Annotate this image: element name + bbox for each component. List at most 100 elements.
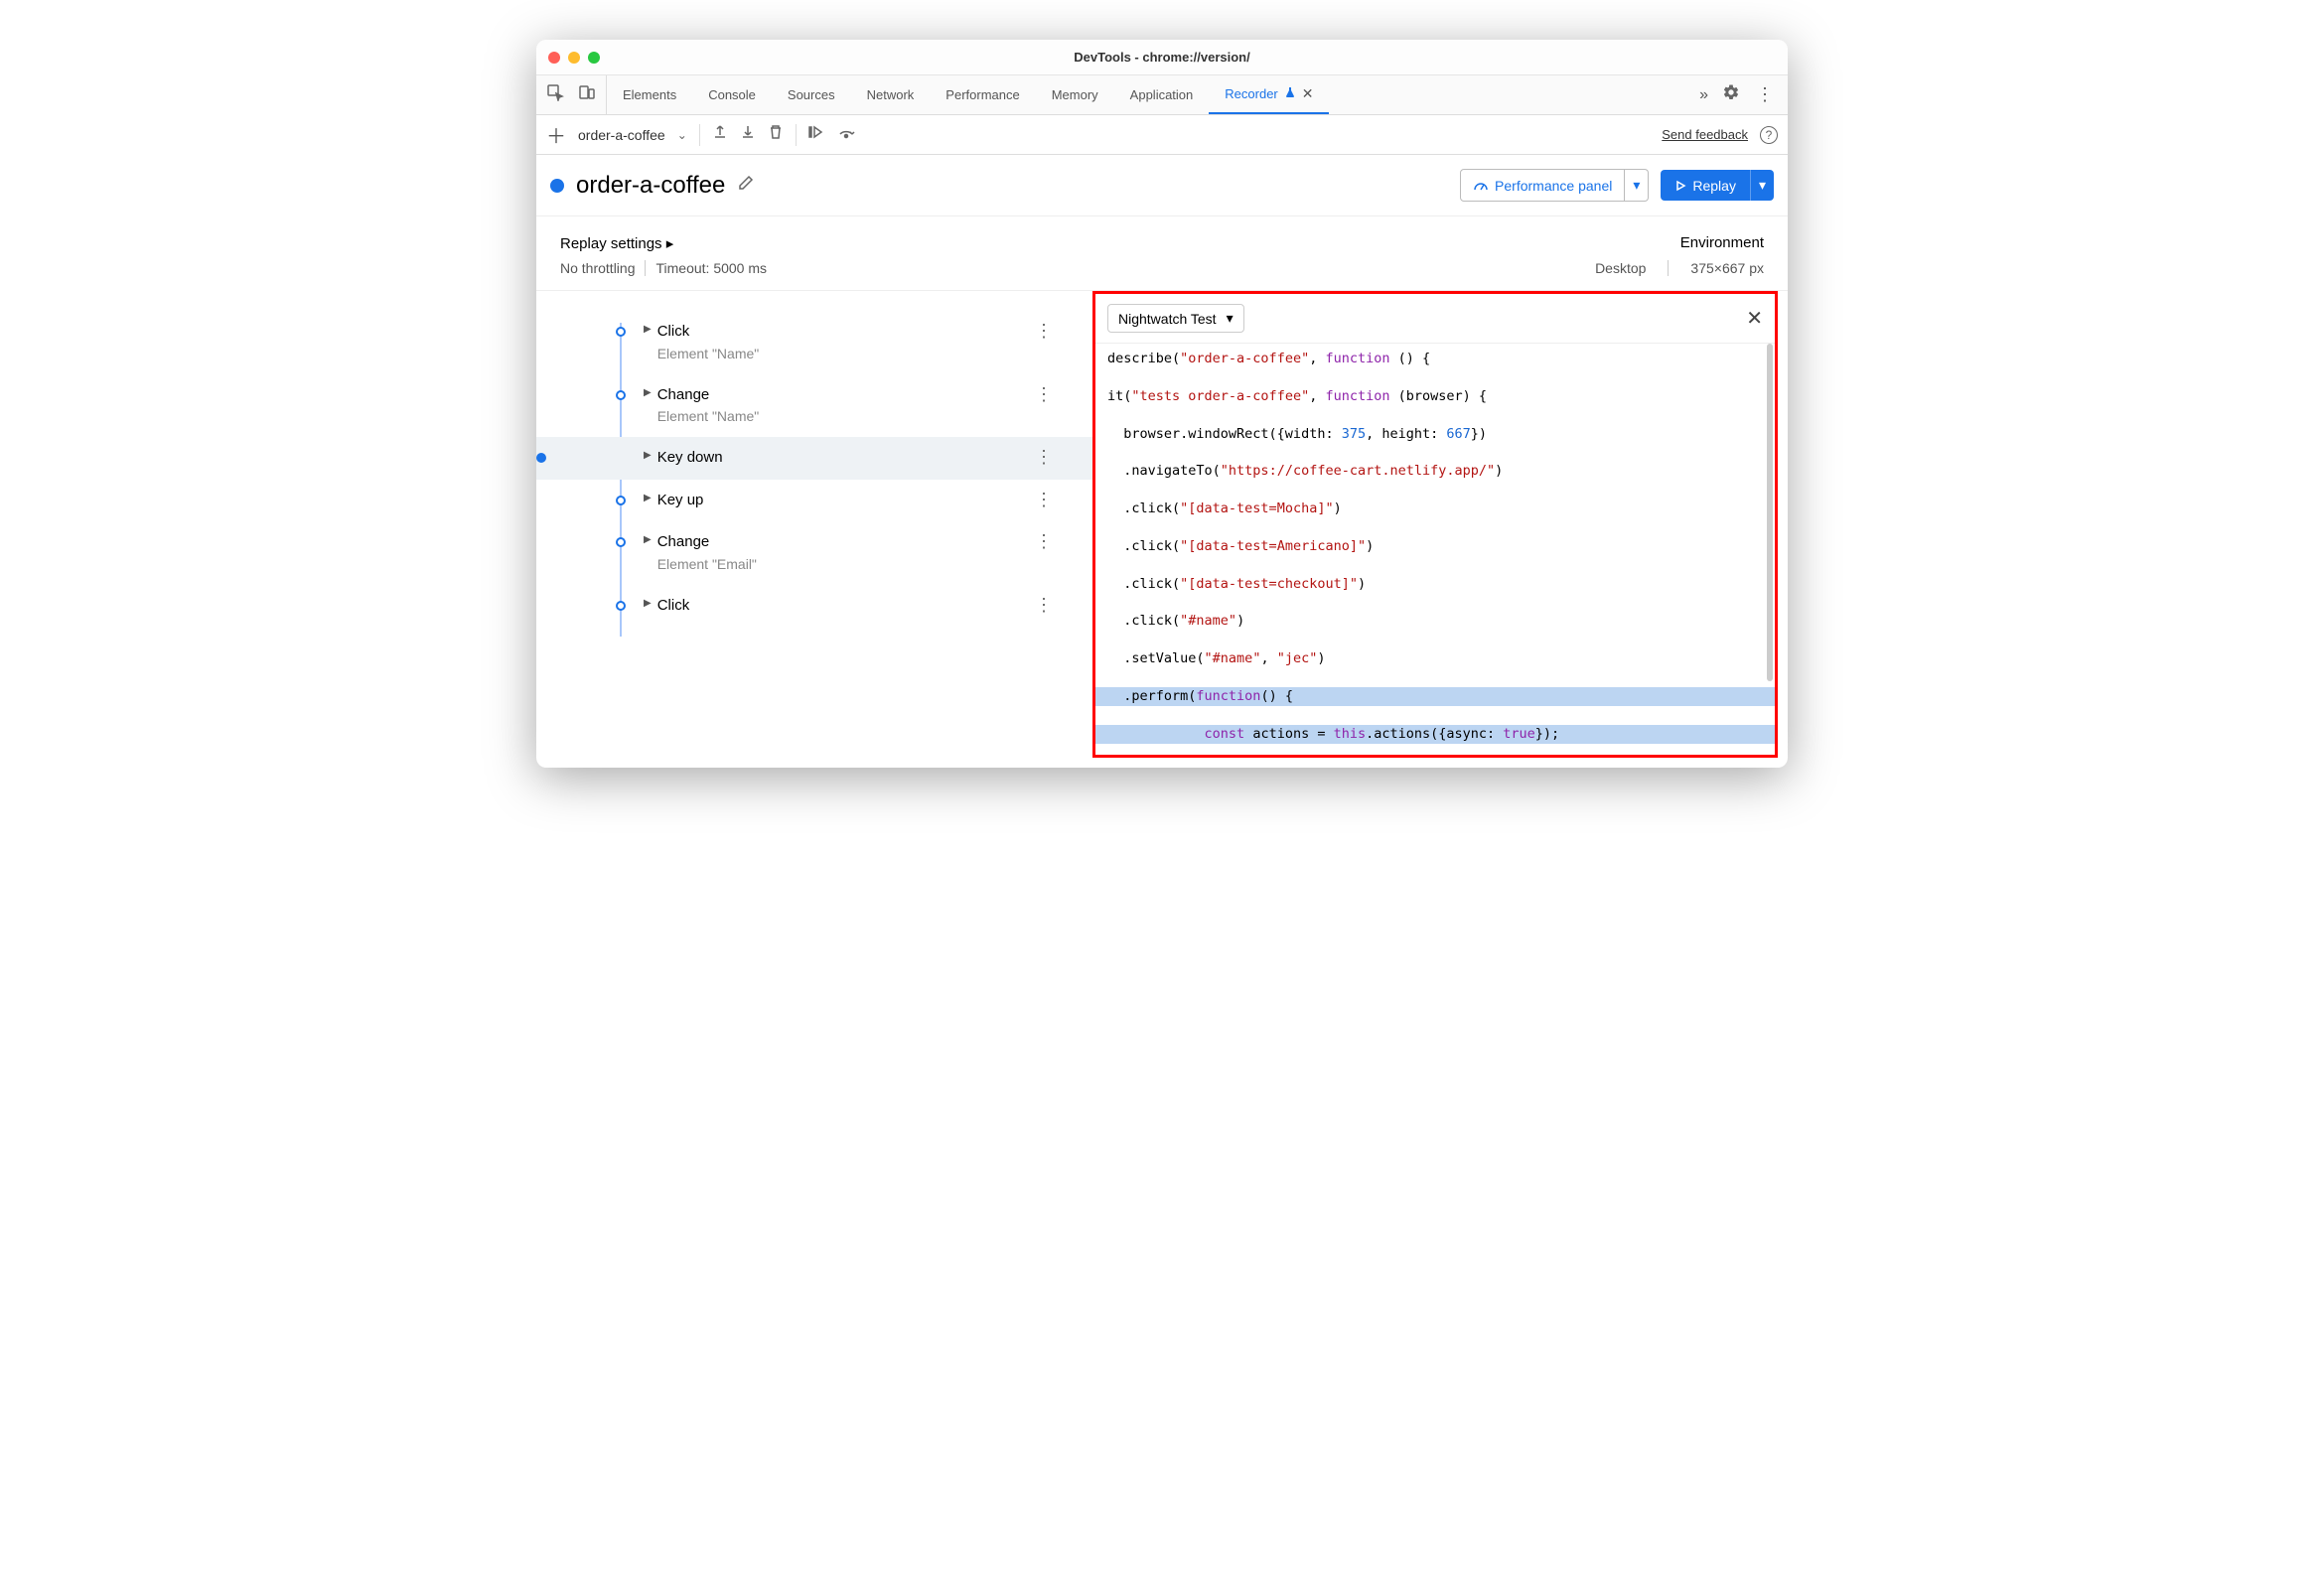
tab-performance[interactable]: Performance	[930, 75, 1035, 114]
settings-row: Replay settings ▸ Environment	[536, 216, 1788, 256]
step-label: Key up	[657, 490, 704, 512]
step-menu-icon[interactable]: ⋮	[1035, 384, 1053, 405]
replay-button[interactable]: Replay	[1661, 170, 1750, 201]
step-play-icon[interactable]	[808, 124, 826, 145]
divider	[645, 260, 646, 276]
step-menu-icon[interactable]: ⋮	[1035, 531, 1053, 552]
expand-step-icon[interactable]: ▶	[644, 324, 652, 335]
expand-step-icon[interactable]: ▶	[644, 387, 652, 398]
recorder-header: order-a-coffee Performance panel ▾ Repla…	[536, 155, 1788, 216]
expand-step-icon[interactable]: ▶	[644, 534, 652, 545]
titlebar: DevTools - chrome://version/	[536, 40, 1788, 75]
step-dot	[616, 496, 626, 505]
step-dot	[616, 327, 626, 337]
step-row[interactable]: ▶ ClickElement "Name" ⋮	[616, 311, 1053, 374]
step-row[interactable]: ▶ Key up ⋮	[616, 480, 1053, 522]
code-line: .click("[data-test=Americano]")	[1107, 537, 1763, 556]
chevron-down-icon: ▾	[1227, 310, 1234, 327]
close-panel-icon[interactable]: ✕	[1746, 306, 1763, 331]
scrollbar-thumb[interactable]	[1767, 344, 1773, 681]
step-label: ChangeElement "Email"	[657, 531, 757, 575]
step-element: Element "Email"	[657, 554, 757, 575]
code-line: .click("[data-test=Mocha]")	[1107, 500, 1763, 518]
step-element: Element "Name"	[657, 406, 760, 427]
performance-panel-button[interactable]: Performance panel	[1460, 169, 1625, 202]
edit-title-icon[interactable]	[737, 174, 755, 197]
step-row[interactable]: ▶ ChangeElement "Email" ⋮	[616, 521, 1053, 585]
code-line: describe("order-a-coffee", function () {	[1107, 350, 1763, 368]
throttling-value: No throttling	[560, 260, 635, 276]
devtools-window: DevTools - chrome://version/ ElementsCon…	[536, 40, 1788, 768]
import-icon[interactable]	[740, 124, 756, 145]
tab-console[interactable]: Console	[692, 75, 772, 114]
step-label: ClickElement "Name"	[657, 321, 760, 364]
tabbar: ElementsConsoleSourcesNetworkPerformance…	[536, 75, 1788, 115]
divider	[699, 124, 700, 146]
send-feedback-link[interactable]: Send feedback	[1662, 127, 1748, 142]
performance-button-group: Performance panel ▾	[1460, 169, 1649, 202]
delete-icon[interactable]	[768, 124, 784, 145]
inspect-icon[interactable]	[546, 83, 564, 106]
step-element: Element "Name"	[657, 344, 760, 364]
step-menu-icon[interactable]: ⋮	[1035, 321, 1053, 342]
replay-dropdown[interactable]: ▾	[1750, 170, 1774, 201]
more-tabs-icon[interactable]: »	[1699, 86, 1708, 104]
step-dot	[616, 390, 626, 400]
tab-elements[interactable]: Elements	[607, 75, 692, 114]
code-panel-header: Nightwatch Test ▾ ✕	[1095, 294, 1775, 344]
tab-sources[interactable]: Sources	[772, 75, 851, 114]
tab-memory[interactable]: Memory	[1036, 75, 1114, 114]
step-row[interactable]: ▶Key down⋮	[536, 437, 1092, 480]
main-menu-icon[interactable]: ⋮	[1756, 84, 1774, 105]
new-recording-button[interactable]: ＋	[546, 120, 566, 149]
divider	[1668, 260, 1669, 276]
help-icon[interactable]: ?	[1760, 126, 1778, 144]
device-toolbar-icon[interactable]	[578, 83, 596, 106]
export-format-dropdown[interactable]: Nightwatch Test ▾	[1107, 304, 1244, 333]
code-body[interactable]: describe("order-a-coffee", function () {…	[1095, 344, 1775, 768]
device-value: Desktop	[1595, 260, 1646, 276]
steps-column: ▶ClickElement "Name"⋮▶ChangeElement "Nam…	[536, 291, 1092, 768]
step-menu-icon[interactable]: ⋮	[1035, 447, 1053, 468]
expand-step-icon[interactable]: ▶	[644, 450, 652, 461]
code-line: .click("#name")	[1107, 612, 1763, 631]
step-dot	[616, 601, 626, 611]
tab-recorder[interactable]: Recorder✕	[1209, 75, 1329, 114]
replay-button-label: Replay	[1692, 178, 1736, 194]
expand-step-icon[interactable]: ▶	[644, 493, 652, 503]
step-list: ▶ClickElement "Name"⋮▶ChangeElement "Nam…	[616, 311, 1053, 627]
code-line: it("tests order-a-coffee", function (bro…	[1107, 387, 1763, 406]
step-menu-icon[interactable]: ⋮	[1035, 490, 1053, 510]
step-menu-icon[interactable]: ⋮	[1035, 595, 1053, 616]
code-line: const actions = this.actions({async: tru…	[1095, 725, 1775, 744]
page-title: order-a-coffee	[576, 172, 725, 200]
step-row[interactable]: ▶ChangeElement "Name"⋮	[616, 374, 1053, 438]
recording-name[interactable]: order-a-coffee	[578, 127, 665, 143]
export-icon[interactable]	[712, 124, 728, 145]
divider	[796, 124, 797, 146]
timeout-value: Timeout: 5000 ms	[655, 260, 767, 276]
play-icon	[1674, 180, 1686, 192]
replay-button-group: Replay ▾	[1661, 170, 1774, 201]
performance-panel-label: Performance panel	[1495, 178, 1612, 194]
main-area: ▶ClickElement "Name"⋮▶ChangeElement "Nam…	[536, 291, 1788, 768]
replay-settings-toggle[interactable]: Replay settings ▸	[560, 234, 673, 252]
code-panel: Nightwatch Test ▾ ✕ describe("order-a-co…	[1092, 291, 1778, 758]
settings-icon[interactable]	[1722, 83, 1740, 106]
tab-application[interactable]: Application	[1114, 75, 1210, 114]
flask-icon	[1284, 86, 1296, 101]
scrollbar[interactable]	[1767, 344, 1773, 745]
code-line: .perform(function() {	[1095, 687, 1775, 706]
recorder-toolbar: ＋ order-a-coffee ⌄ Send feedback ?	[536, 115, 1788, 155]
close-tab-icon[interactable]: ✕	[1302, 85, 1314, 102]
dropdown-label: Nightwatch Test	[1118, 311, 1217, 327]
performance-panel-dropdown[interactable]: ▾	[1625, 169, 1649, 202]
tab-network[interactable]: Network	[851, 75, 931, 114]
dimensions-value: 375×667 px	[1690, 260, 1764, 276]
step-row[interactable]: ▶Click⋮	[616, 585, 1053, 628]
environment-label: Environment	[1680, 234, 1764, 252]
code-line: .navigateTo("https://coffee-cart.netlify…	[1107, 462, 1763, 481]
step-over-icon[interactable]	[838, 124, 856, 145]
recording-dropdown-icon[interactable]: ⌄	[677, 128, 687, 142]
expand-step-icon[interactable]: ▶	[644, 598, 652, 609]
